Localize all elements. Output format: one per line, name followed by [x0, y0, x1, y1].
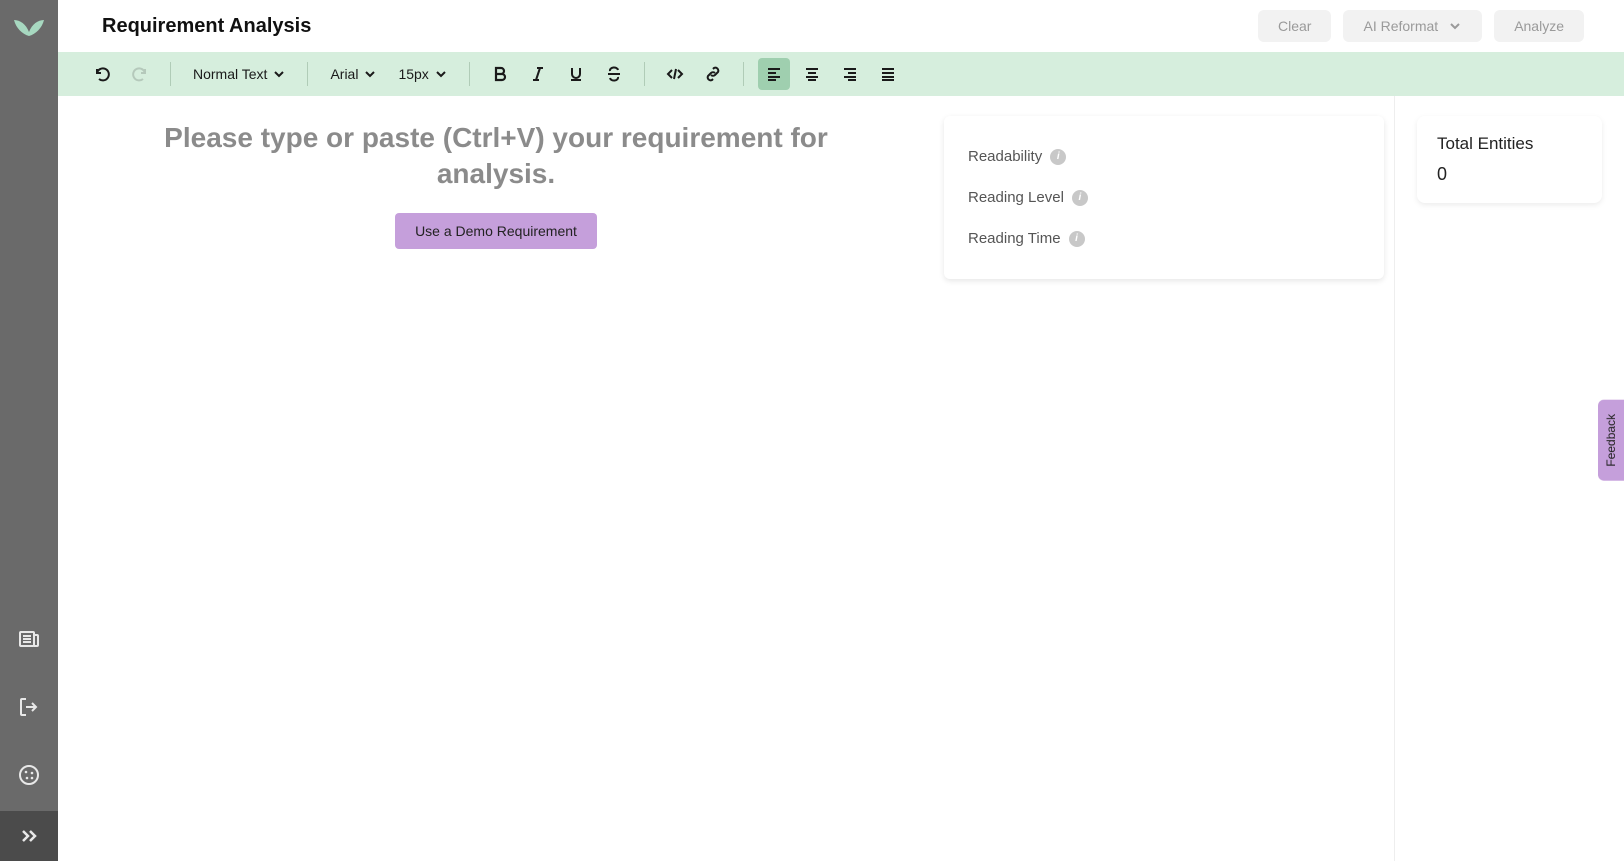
info-icon[interactable]: i [1069, 231, 1085, 247]
metric-readability: Readability i [968, 136, 1360, 177]
chevron-down-icon [273, 68, 285, 80]
italic-button[interactable] [522, 58, 554, 90]
chevron-down-icon [364, 68, 376, 80]
toolbar-separator [307, 62, 308, 86]
metric-label: Reading Level [968, 189, 1064, 206]
toolbar-separator [469, 62, 470, 86]
bold-button[interactable] [484, 58, 516, 90]
cookie-icon[interactable] [0, 759, 58, 791]
entities-count: 0 [1437, 164, 1582, 185]
analyze-button[interactable]: Analyze [1494, 10, 1584, 42]
link-button[interactable] [697, 58, 729, 90]
text-style-label: Normal Text [193, 66, 267, 82]
ai-reformat-label: AI Reformat [1363, 18, 1438, 34]
toolbar-separator [170, 62, 171, 86]
ai-reformat-button[interactable]: AI Reformat [1343, 10, 1482, 42]
content-area: Please type or paste (Ctrl+V) your requi… [58, 96, 1624, 861]
strikethrough-button[interactable] [598, 58, 630, 90]
feedback-tab[interactable]: Feedback [1598, 400, 1624, 481]
sidebar [0, 0, 58, 861]
metric-label: Readability [968, 148, 1042, 165]
font-size-select[interactable]: 15px [390, 62, 454, 86]
align-right-button[interactable] [834, 58, 866, 90]
text-style-select[interactable]: Normal Text [185, 62, 293, 86]
editor-placeholder: Please type or paste (Ctrl+V) your requi… [136, 120, 856, 193]
metric-label: Reading Time [968, 230, 1061, 247]
main-area: Requirement Analysis Clear AI Reformat A… [58, 0, 1624, 861]
toolbar-separator [743, 62, 744, 86]
chevron-down-icon [1448, 19, 1462, 33]
entities-title: Total Entities [1437, 134, 1582, 154]
right-panel: Total Entities 0 [1394, 96, 1624, 861]
align-center-button[interactable] [796, 58, 828, 90]
demo-requirement-button[interactable]: Use a Demo Requirement [395, 213, 597, 249]
undo-button[interactable] [86, 58, 118, 90]
toolbar-separator [644, 62, 645, 86]
font-label: Arial [330, 66, 358, 82]
info-icon[interactable]: i [1072, 190, 1088, 206]
info-icon[interactable]: i [1050, 149, 1066, 165]
entities-card: Total Entities 0 [1417, 116, 1602, 203]
align-justify-button[interactable] [872, 58, 904, 90]
align-left-button[interactable] [758, 58, 790, 90]
metric-reading-level: Reading Level i [968, 177, 1360, 218]
editor-toolbar: Normal Text Arial 15px [58, 52, 1624, 96]
sidebar-expand-button[interactable] [0, 811, 58, 861]
font-select[interactable]: Arial [322, 62, 384, 86]
header: Requirement Analysis Clear AI Reformat A… [58, 0, 1624, 52]
metric-reading-time: Reading Time i [968, 218, 1360, 259]
font-size-label: 15px [398, 66, 428, 82]
code-button[interactable] [659, 58, 691, 90]
editor-area[interactable]: Please type or paste (Ctrl+V) your requi… [58, 96, 934, 861]
redo-button[interactable] [124, 58, 156, 90]
sidebar-bottom-icons [0, 623, 58, 791]
chevron-down-icon [435, 68, 447, 80]
app-root: Requirement Analysis Clear AI Reformat A… [0, 0, 1624, 861]
logo-icon [12, 16, 46, 45]
logout-icon[interactable] [0, 691, 58, 723]
metrics-card: Readability i Reading Level i Reading Ti… [944, 116, 1384, 279]
header-actions: Clear AI Reformat Analyze [1258, 10, 1584, 42]
page-title: Requirement Analysis [102, 15, 311, 38]
underline-button[interactable] [560, 58, 592, 90]
clear-button[interactable]: Clear [1258, 10, 1331, 42]
news-icon[interactable] [0, 623, 58, 655]
